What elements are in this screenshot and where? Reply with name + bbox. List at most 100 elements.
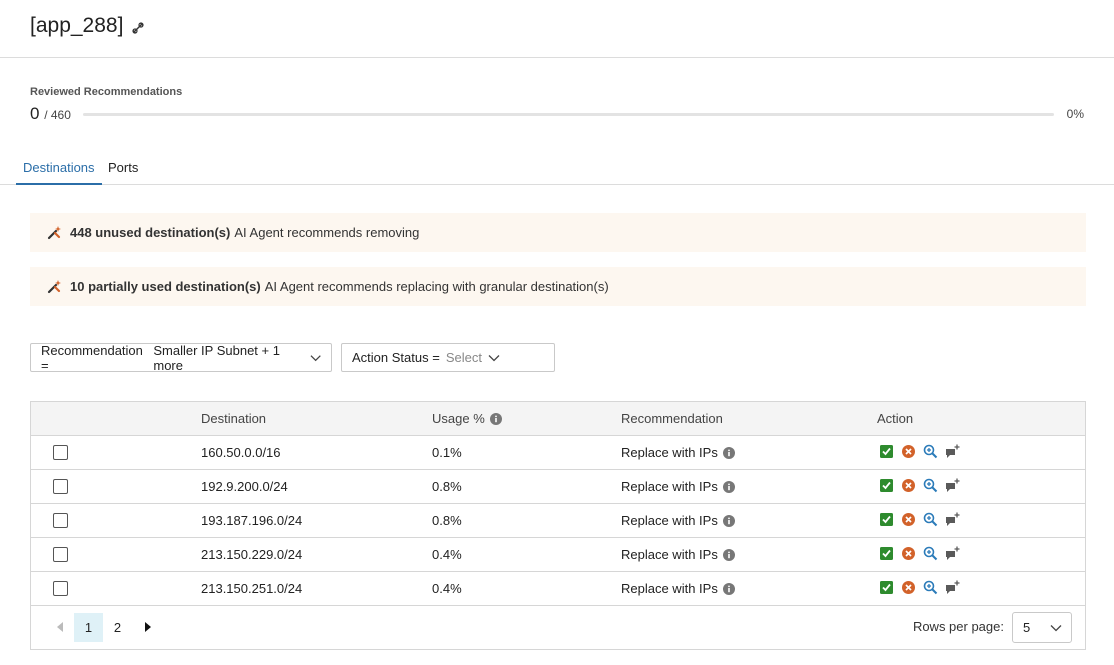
reviewed-count: 0 xyxy=(30,104,40,123)
recommendation-filter-value: Smaller IP Subnet + 1 more xyxy=(153,342,280,373)
table-header: Destination Usage % Recommendation Actio… xyxy=(31,402,1085,436)
progress-bar xyxy=(82,112,1054,116)
add-comment-icon[interactable] xyxy=(945,478,960,493)
row-checkbox[interactable] xyxy=(53,445,68,460)
table-row: 213.150.229.0/24 0.4% Replace with IPs xyxy=(31,538,1085,572)
recommendation-filter-label: Recommendation = xyxy=(41,342,143,373)
accept-check-icon[interactable] xyxy=(879,478,894,493)
action-status-filter-value: Select xyxy=(445,350,482,365)
unused-count: 448 unused destination(s) xyxy=(70,225,231,240)
accept-check-icon[interactable] xyxy=(879,512,894,527)
reject-x-icon[interactable] xyxy=(901,580,916,595)
recommendation-text: Replace with IPs xyxy=(621,479,718,494)
page-header: [app_288] xyxy=(0,0,1114,58)
zoom-in-icon[interactable] xyxy=(923,546,938,561)
info-icon[interactable] xyxy=(489,412,502,425)
ai-agent-icon xyxy=(47,279,61,293)
zoom-in-icon[interactable] xyxy=(923,478,938,493)
rows-per-page-value: 5 xyxy=(1023,620,1031,635)
table-row: 193.187.196.0/24 0.8% Replace with IPs xyxy=(31,504,1085,538)
info-icon[interactable] xyxy=(722,582,735,595)
page-title: [app_288] xyxy=(30,14,145,38)
recommendation-filter[interactable]: Recommendation = Smaller IP Subnet + 1 m… xyxy=(30,342,332,373)
rows-per-page-label: Rows per page: xyxy=(912,619,1004,634)
table-row: 213.150.251.0/24 0.4% Replace with IPs xyxy=(31,572,1085,606)
chevron-down-icon xyxy=(488,354,500,361)
app-name: [app_288] xyxy=(30,14,124,37)
add-comment-icon[interactable] xyxy=(945,546,960,561)
usage-cell: 0.1% xyxy=(432,445,462,460)
reject-x-icon[interactable] xyxy=(901,546,916,561)
add-comment-icon[interactable] xyxy=(945,512,960,527)
unused-text: AI Agent recommends removing xyxy=(234,225,420,240)
progress-label: Reviewed Recommendations xyxy=(30,86,183,98)
row-checkbox[interactable] xyxy=(53,479,68,494)
action-cell xyxy=(879,512,960,527)
accept-check-icon[interactable] xyxy=(879,546,894,561)
chevron-down-icon xyxy=(310,354,321,361)
row-checkbox-cell xyxy=(53,445,68,460)
zoom-in-icon[interactable] xyxy=(923,580,938,595)
reject-x-icon[interactable] xyxy=(901,478,916,493)
row-checkbox[interactable] xyxy=(53,547,68,562)
zoom-in-icon[interactable] xyxy=(923,512,938,527)
destination-cell: 213.150.229.0/24 xyxy=(201,547,303,562)
progress-percent: 0% xyxy=(1066,107,1084,121)
recommendation-cell: Replace with IPs xyxy=(621,479,735,494)
row-checkbox[interactable] xyxy=(53,581,68,596)
action-status-filter-label: Action Status = xyxy=(352,350,440,365)
usage-cell: 0.4% xyxy=(432,547,462,562)
info-icon[interactable] xyxy=(722,548,735,561)
header-usage-label: Usage % xyxy=(432,411,485,426)
total-count: / 460 xyxy=(44,108,71,122)
page-1-button[interactable]: 1 xyxy=(74,613,103,642)
add-comment-icon[interactable] xyxy=(945,580,960,595)
info-icon[interactable] xyxy=(722,514,735,527)
row-checkbox-cell xyxy=(53,547,68,562)
action-cell xyxy=(879,546,960,561)
reject-x-icon[interactable] xyxy=(901,444,916,459)
page-2-button[interactable]: 2 xyxy=(103,613,132,642)
action-cell xyxy=(879,444,960,459)
chevron-down-icon xyxy=(1050,625,1062,632)
previous-page-icon[interactable] xyxy=(55,621,65,633)
ai-agent-icon xyxy=(47,225,61,239)
review-progress: Reviewed Recommendations 0 / 460 0% xyxy=(30,86,1084,124)
usage-cell: 0.4% xyxy=(432,581,462,596)
tab-ports[interactable]: Ports xyxy=(108,160,138,183)
partial-destinations-banner[interactable]: 10 partially used destination(s) AI Agen… xyxy=(30,267,1086,306)
recommendations-table: Destination Usage % Recommendation Actio… xyxy=(30,401,1086,650)
reject-x-icon[interactable] xyxy=(901,512,916,527)
accept-check-icon[interactable] xyxy=(879,580,894,595)
row-checkbox[interactable] xyxy=(53,513,68,528)
add-comment-icon[interactable] xyxy=(945,444,960,459)
recommendation-text: Replace with IPs xyxy=(621,513,718,528)
pagination: 1 2 Rows per page: 5 xyxy=(31,606,1085,649)
info-icon[interactable] xyxy=(722,446,735,459)
destination-cell: 213.150.251.0/24 xyxy=(201,581,303,596)
row-checkbox-cell xyxy=(53,581,68,596)
recommendation-cell: Replace with IPs xyxy=(621,513,735,528)
rows-per-page-select[interactable]: 5 xyxy=(1012,612,1072,643)
partial-text: AI Agent recommends replacing with granu… xyxy=(264,279,609,294)
header-recommendation[interactable]: Recommendation xyxy=(621,411,723,426)
progress-count: 0 / 460 xyxy=(30,104,71,124)
action-cell xyxy=(879,478,960,493)
edit-link-icon[interactable] xyxy=(131,21,145,35)
recommendation-cell: Replace with IPs xyxy=(621,445,735,460)
table-row: 192.9.200.0/24 0.8% Replace with IPs xyxy=(31,470,1085,504)
recommendation-text: Replace with IPs xyxy=(621,581,718,596)
next-page-icon[interactable] xyxy=(143,621,153,633)
accept-check-icon[interactable] xyxy=(879,444,894,459)
header-destination[interactable]: Destination xyxy=(201,411,266,426)
row-checkbox-cell xyxy=(53,479,68,494)
destination-cell: 160.50.0.0/16 xyxy=(201,445,281,460)
action-status-filter[interactable]: Action Status = Select xyxy=(341,343,555,372)
tab-bar: Destinations Ports xyxy=(0,150,1114,185)
tab-destinations[interactable]: Destinations xyxy=(16,160,102,185)
info-icon[interactable] xyxy=(722,480,735,493)
table-row: 160.50.0.0/16 0.1% Replace with IPs xyxy=(31,436,1085,470)
header-usage[interactable]: Usage % xyxy=(432,411,502,426)
unused-destinations-banner[interactable]: 448 unused destination(s) AI Agent recom… xyxy=(30,213,1086,252)
zoom-in-icon[interactable] xyxy=(923,444,938,459)
